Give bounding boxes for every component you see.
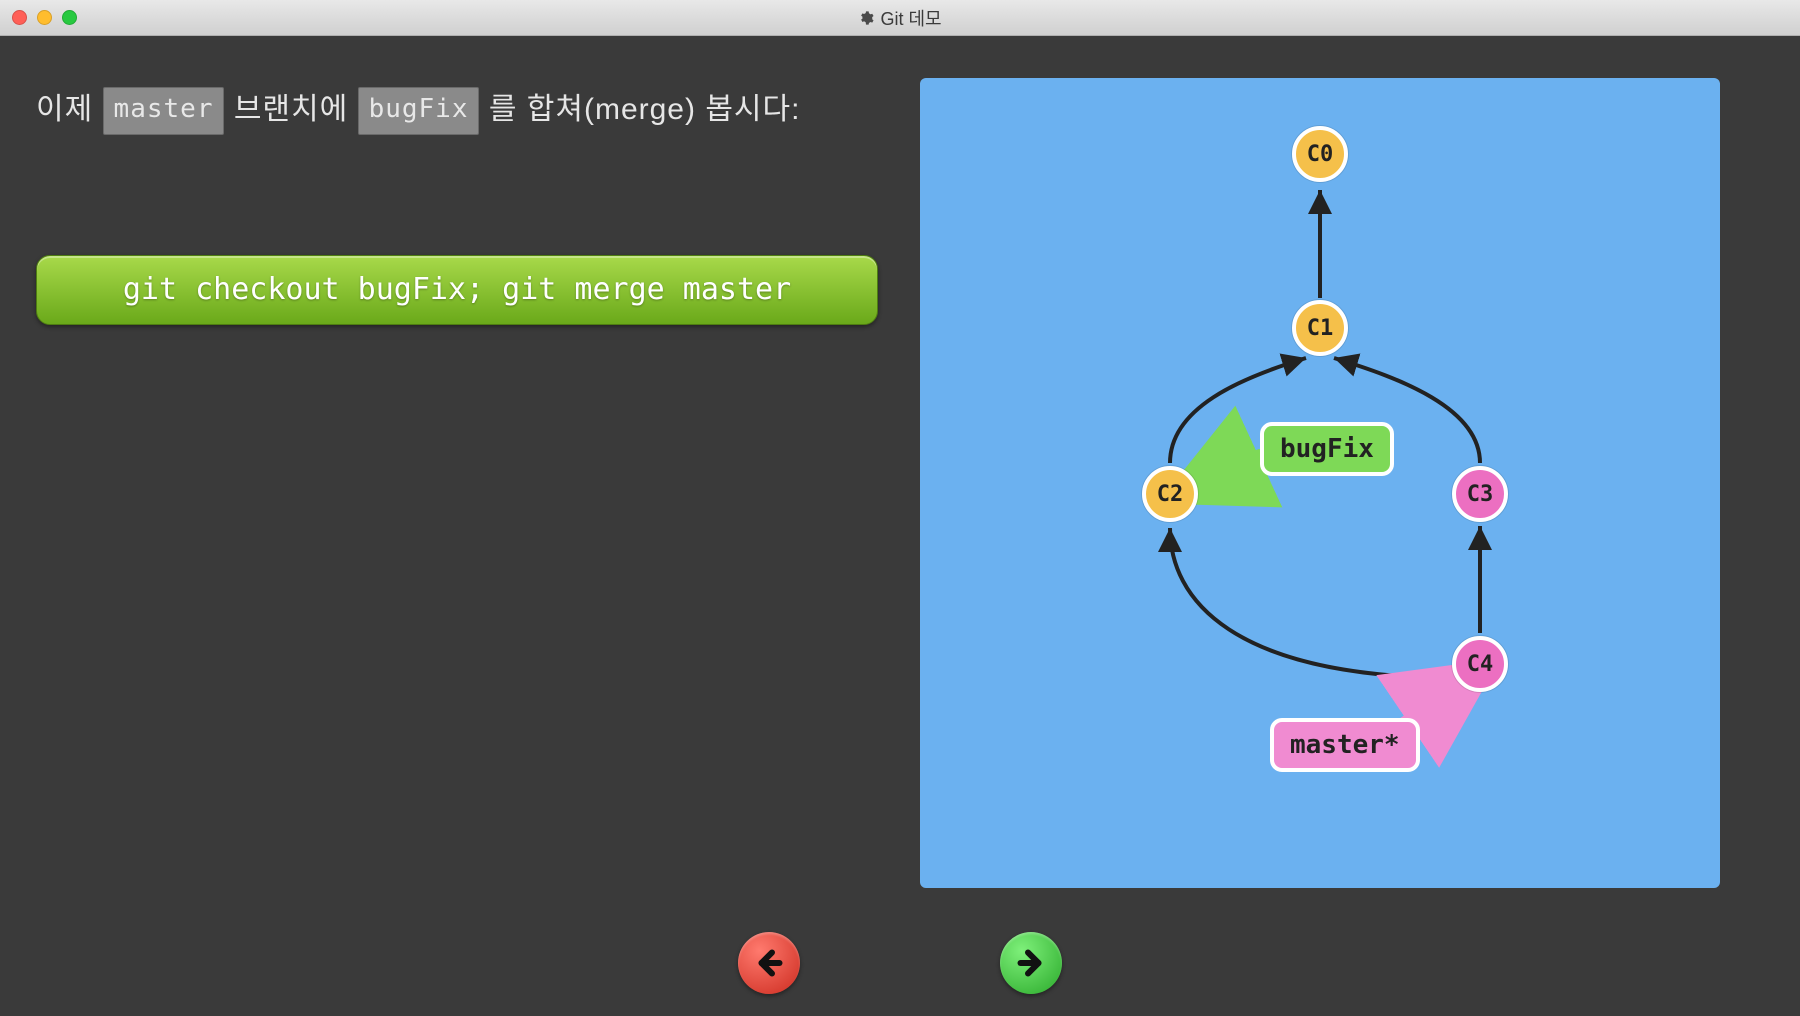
close-window-button[interactable] [12, 10, 27, 25]
traffic-lights [12, 10, 77, 25]
branch-label: master* [1290, 730, 1400, 760]
git-graph-canvas: C0 C1 C2 C3 C4 bugFix [920, 78, 1720, 888]
app-window: Git 데모 이제 master 브랜치에 bugFix 를 합쳐(merge)… [0, 0, 1800, 1016]
instruction-part2: 브랜치에 [234, 93, 348, 126]
arrow-right-icon [1013, 945, 1049, 981]
commit-label: C1 [1307, 316, 1334, 341]
commit-label: C3 [1467, 482, 1494, 507]
instruction-text: 이제 master 브랜치에 bugFix 를 합쳐(merge) 봅시다: [36, 86, 884, 135]
commit-node-c1[interactable]: C1 [1292, 300, 1348, 356]
commit-node-c3[interactable]: C3 [1452, 466, 1508, 522]
branch-tag-master[interactable]: master* [1270, 718, 1420, 772]
arrow-left-icon [751, 945, 787, 981]
commit-label: C2 [1157, 482, 1184, 507]
window-title-text: Git 데모 [880, 5, 941, 31]
content-area: 이제 master 브랜치에 bugFix 를 합쳐(merge) 봅시다: g… [0, 36, 1800, 1016]
next-button[interactable] [1000, 932, 1062, 994]
commit-label: C4 [1467, 652, 1494, 677]
nav-row [0, 932, 1800, 994]
prev-button[interactable] [738, 932, 800, 994]
branch-tag-bugfix[interactable]: bugFix [1260, 422, 1394, 476]
git-command-button[interactable]: git checkout bugFix; git merge master [36, 255, 878, 325]
left-pane: 이제 master 브랜치에 bugFix 를 합쳐(merge) 봅시다: g… [0, 36, 920, 1016]
commit-node-c0[interactable]: C0 [1292, 126, 1348, 182]
titlebar: Git 데모 [0, 0, 1800, 36]
commit-label: C0 [1307, 142, 1334, 167]
minimize-window-button[interactable] [37, 10, 52, 25]
instruction-part3: 를 합쳐(merge) 봅시다: [489, 93, 801, 126]
branch-label: bugFix [1280, 434, 1374, 464]
git-command-text: git checkout bugFix; git merge master [123, 272, 791, 307]
gear-icon [858, 10, 874, 26]
commit-node-c4[interactable]: C4 [1452, 636, 1508, 692]
zoom-window-button[interactable] [62, 10, 77, 25]
instruction-part1: 이제 [36, 93, 93, 126]
code-chip-master: master [103, 87, 225, 135]
code-chip-bugfix: bugFix [358, 87, 480, 135]
commit-node-c2[interactable]: C2 [1142, 466, 1198, 522]
window-title: Git 데모 [0, 5, 1800, 31]
right-pane: C0 C1 C2 C3 C4 bugFix [920, 36, 1800, 1016]
